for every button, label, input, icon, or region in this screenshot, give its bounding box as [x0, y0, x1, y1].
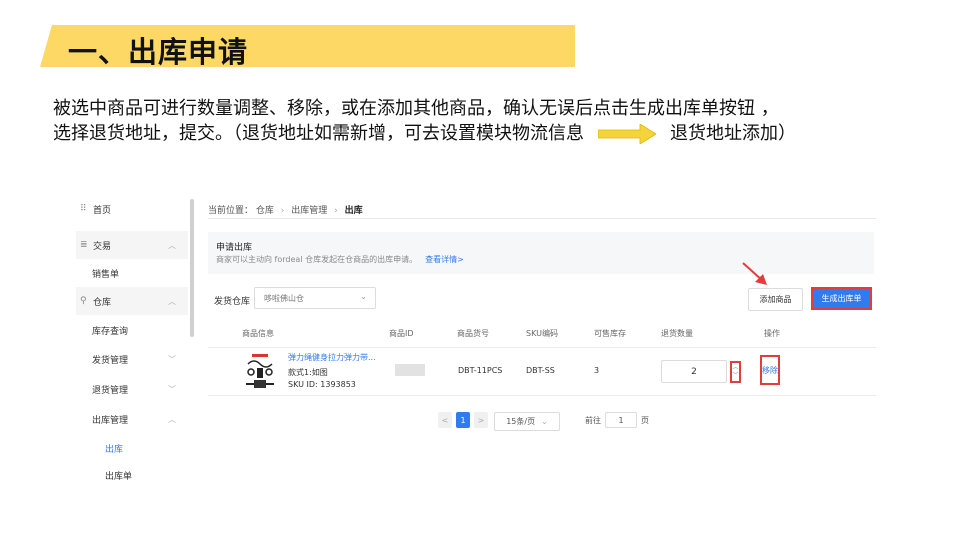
column-header-item-no: 商品货号	[457, 329, 489, 338]
table-header: 商品信息 商品ID 商品货号 SKU编码 可售库存 退货数量 操作	[208, 323, 876, 345]
next-page-button[interactable]: >	[474, 412, 488, 428]
breadcrumb-separator-icon: ›	[334, 206, 338, 216]
product-sku-id: SKU ID: 1393853	[288, 380, 356, 389]
breadcrumb: 当前位置： 仓库 › 出库管理 › 出库	[208, 203, 363, 216]
chevron-down-icon: ﹀	[168, 384, 176, 394]
chevron-up-icon: ︿	[168, 414, 176, 424]
sidebar-item-label: 出库	[105, 444, 124, 455]
breadcrumb-item-outbound-mgmt[interactable]: 出库管理	[291, 206, 327, 216]
chevron-up-icon: ︿	[168, 296, 176, 306]
column-header-stock: 可售库存	[594, 329, 626, 338]
goto-label: 前往	[585, 415, 601, 425]
chevron-up-icon[interactable]: ︿	[732, 364, 738, 372]
sidebar-item-home[interactable]: ⠿ 首页	[76, 195, 188, 223]
view-details-link[interactable]: 查看详情>	[425, 255, 464, 264]
chevron-down-icon: ﹀	[168, 354, 176, 364]
breadcrumb-item-warehouse[interactable]: 仓库	[256, 206, 274, 216]
warehouse-label: 发货仓库	[214, 297, 251, 307]
sidebar-item-shipping[interactable]: 发货管理 ﹀	[76, 345, 188, 373]
column-header-actions: 操作	[764, 329, 780, 338]
box-icon: ⚲	[80, 296, 87, 306]
sidebar-item-sales-order[interactable]: 销售单	[76, 259, 188, 287]
goto-page-input[interactable]: 1	[605, 412, 637, 428]
sidebar-item-label: 出库单	[105, 471, 133, 482]
grid-icon: ⠿	[80, 204, 87, 214]
product-thumbnail	[246, 354, 274, 388]
right-arrow-icon	[598, 124, 656, 144]
description-line-1: 被选中商品可进行数量调整、移除，或在添加其他商品，确认无误后点击生成出库单按钮 …	[53, 98, 779, 119]
remove-button[interactable]: 移除	[760, 355, 780, 385]
stock-cell: 3	[594, 366, 600, 375]
sidebar-item-inventory[interactable]: 库存查询	[76, 316, 188, 344]
chevron-up-icon: ︿	[168, 240, 176, 250]
breadcrumb-separator-icon: ›	[280, 206, 285, 216]
sidebar-item-label: 销售单	[92, 269, 120, 280]
apply-subtitle-text: 商家可以主动向 fordeal 仓库发起在仓商品的出库申请。	[216, 255, 418, 264]
redacted-product-id	[395, 364, 425, 376]
app-screenshot: ⠿ 首页 ≣ 交易 ︿ 销售单 ⚲ 仓库 ︿ 库存查询 发货管理 ﹀ 退货管理 …	[76, 195, 886, 485]
sidebar-item-label: 仓库	[93, 297, 112, 308]
sidebar-item-label: 首页	[93, 205, 112, 216]
sidebar-item-label: 库存查询	[92, 326, 129, 337]
chevron-down-icon: ⌄	[541, 417, 548, 426]
divider	[208, 218, 876, 219]
chevron-down-icon[interactable]: ﹀	[732, 372, 738, 380]
add-product-button[interactable]: 添加商品	[748, 288, 803, 311]
sidebar-item-label: 出库管理	[92, 415, 129, 426]
return-quantity-input[interactable]: 2	[661, 360, 727, 383]
page-suffix-label: 页	[641, 415, 649, 425]
sidebar-item-returns[interactable]: 退货管理 ﹀	[76, 375, 188, 403]
slide-description: 被选中商品可进行数量调整、移除，或在添加其他商品，确认无误后点击生成出库单按钮 …	[53, 96, 933, 146]
warehouse-select-value: 哆啦佛山仓	[264, 294, 304, 303]
chevron-down-icon: ⌄	[360, 292, 367, 301]
divider	[208, 395, 876, 396]
breadcrumb-item-current: 出库	[344, 206, 363, 216]
apply-heading: 申请出库	[216, 243, 253, 253]
warehouse-select[interactable]: 哆啦佛山仓 ⌄	[254, 287, 376, 309]
apply-panel: 申请出库 商家可以主动向 fordeal 仓库发起在仓商品的出库申请。 查看详情>	[208, 232, 874, 274]
description-line-2: 选择退货地址，提交。（退货地址如需新增，可去设置模块物流信息 退货地址添加）	[53, 121, 933, 146]
divider	[208, 347, 876, 348]
product-name-link[interactable]: 弹力绳健身拉力弹力带...	[288, 352, 376, 363]
red-arrow-icon	[742, 262, 767, 285]
sidebar-item-trade[interactable]: ≣ 交易 ︿	[76, 231, 188, 259]
main-content: 当前位置： 仓库 › 出库管理 › 出库 申请出库 商家可以主动向 fordea…	[198, 195, 886, 485]
description-line-2-part-b: 退货地址添加）	[670, 123, 796, 144]
column-header-product-info: 商品信息	[242, 329, 274, 338]
apply-subtitle: 商家可以主动向 fordeal 仓库发起在仓商品的出库申请。 查看详情>	[216, 254, 464, 265]
quantity-stepper[interactable]: ︿ ﹀	[730, 361, 741, 383]
sidebar-item-label: 交易	[93, 241, 112, 252]
column-header-sku-code: SKU编码	[526, 329, 558, 338]
breadcrumb-prefix: 当前位置：	[208, 206, 254, 216]
list-icon: ≣	[80, 240, 88, 250]
column-header-product-id: 商品ID	[389, 329, 414, 338]
prev-page-button[interactable]: <	[438, 412, 452, 428]
page-size-select[interactable]: 15条/页 ⌄	[494, 412, 560, 431]
sidebar-item-label: 发货管理	[92, 355, 129, 366]
sku-code-cell: DBT-SS	[526, 366, 555, 375]
description-line-2-part-a: 选择退货地址，提交。（退货地址如需新增，可去设置模块物流信息	[53, 123, 584, 144]
sidebar-item-outbound-mgmt[interactable]: 出库管理 ︿	[76, 405, 188, 433]
page-number-button[interactable]: 1	[456, 412, 470, 428]
sidebar-item-outbound[interactable]: 出库	[76, 434, 188, 462]
product-spec: 款式1:如图	[288, 368, 328, 377]
item-no-cell: DBT-11PCS	[458, 366, 503, 375]
sidebar: ⠿ 首页 ≣ 交易 ︿ 销售单 ⚲ 仓库 ︿ 库存查询 发货管理 ﹀ 退货管理 …	[76, 195, 188, 485]
generate-outbound-order-button[interactable]: 生成出库单	[811, 287, 872, 310]
column-header-return-qty: 退货数量	[661, 329, 693, 338]
page-size-value: 15条/页	[506, 417, 536, 426]
slide-title: 一、出库申请	[68, 35, 249, 69]
sidebar-item-outbound-orders[interactable]: 出库单	[76, 461, 188, 485]
sidebar-scrollbar[interactable]	[190, 199, 194, 337]
sidebar-item-label: 退货管理	[92, 385, 129, 396]
sidebar-item-warehouse[interactable]: ⚲ 仓库 ︿	[76, 287, 188, 315]
